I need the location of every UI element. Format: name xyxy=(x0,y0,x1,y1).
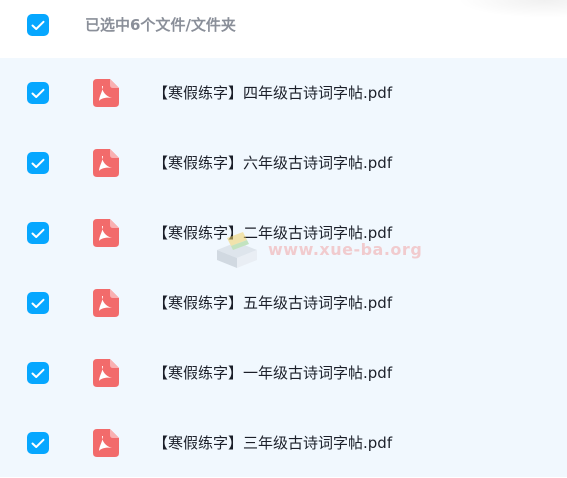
checkmark-icon xyxy=(31,438,45,448)
checkmark-icon xyxy=(31,158,45,168)
file-name[interactable]: 【寒假练字】四年级古诗词字帖.pdf xyxy=(153,83,392,103)
pdf-icon xyxy=(93,429,119,457)
file-name[interactable]: 【寒假练字】二年级古诗词字帖.pdf xyxy=(153,223,392,243)
file-row[interactable]: 【寒假练字】一年级古诗词字帖.pdf xyxy=(0,338,567,408)
checkmark-icon xyxy=(31,228,45,238)
file-checkbox[interactable] xyxy=(27,362,49,384)
file-name[interactable]: 【寒假练字】一年级古诗词字帖.pdf xyxy=(153,363,392,383)
checkmark-icon xyxy=(31,368,45,378)
checkmark-icon xyxy=(31,298,45,308)
checkmark-icon xyxy=(31,20,45,30)
file-row[interactable]: 【寒假练字】二年级古诗词字帖.pdf xyxy=(0,198,567,268)
file-name[interactable]: 【寒假练字】五年级古诗词字帖.pdf xyxy=(153,293,392,313)
file-name[interactable]: 【寒假练字】六年级古诗词字帖.pdf xyxy=(153,153,392,173)
pdf-icon xyxy=(93,359,119,387)
checkmark-icon xyxy=(31,88,45,98)
file-name[interactable]: 【寒假练字】三年级古诗词字帖.pdf xyxy=(153,433,392,453)
pdf-icon xyxy=(93,149,119,177)
corner-shadow xyxy=(457,0,567,18)
file-list: 【寒假练字】四年级古诗词字帖.pdf 【寒假练字】六年级古诗词字帖.pdf 【寒… xyxy=(0,58,567,477)
file-checkbox[interactable] xyxy=(27,292,49,314)
pdf-icon xyxy=(93,219,119,247)
pdf-icon xyxy=(93,79,119,107)
file-row[interactable]: 【寒假练字】六年级古诗词字帖.pdf xyxy=(0,128,567,198)
file-row[interactable]: 【寒假练字】五年级古诗词字帖.pdf xyxy=(0,268,567,338)
file-checkbox[interactable] xyxy=(27,222,49,244)
file-row[interactable]: 【寒假练字】三年级古诗词字帖.pdf xyxy=(0,408,567,478)
file-checkbox[interactable] xyxy=(27,82,49,104)
select-all-checkbox[interactable] xyxy=(27,14,49,36)
selection-count-label: 已选中6个文件/文件夹 xyxy=(85,16,236,34)
selection-header: 已选中6个文件/文件夹 xyxy=(0,0,567,58)
file-checkbox[interactable] xyxy=(27,432,49,454)
file-row[interactable]: 【寒假练字】四年级古诗词字帖.pdf xyxy=(0,58,567,128)
file-checkbox[interactable] xyxy=(27,152,49,174)
pdf-icon xyxy=(93,289,119,317)
